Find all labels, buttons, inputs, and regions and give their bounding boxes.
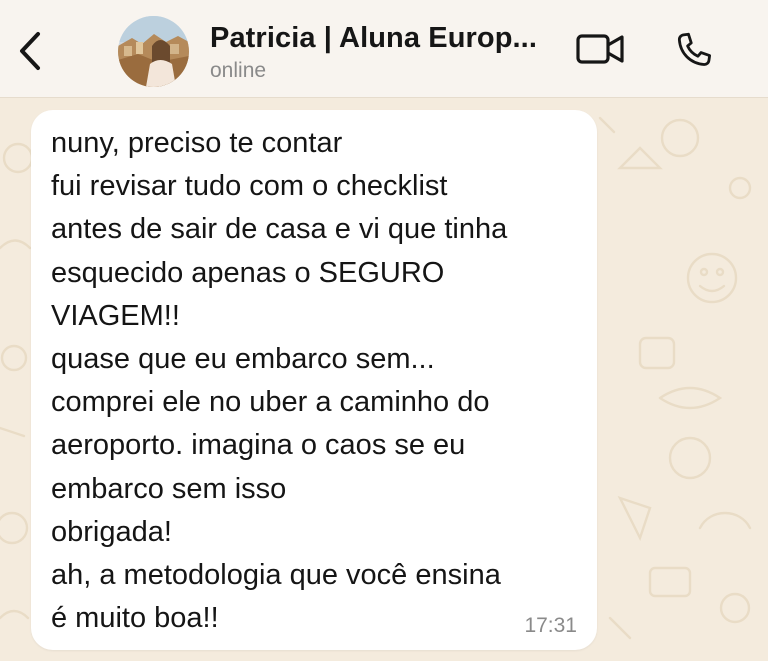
avatar[interactable] [118,16,189,87]
back-button[interactable] [10,26,50,76]
phone-icon [677,32,712,66]
message-bubble[interactable]: nuny, preciso te contar fui revisar tudo… [31,110,597,650]
avatar-photo [118,16,189,87]
message-text: nuny, preciso te contar fui revisar tudo… [51,127,508,635]
contact-name[interactable]: Patricia | Aluna Europ... [210,22,537,55]
contact-status: online [210,59,267,82]
chevron-left-icon [20,32,40,70]
video-camera-icon [576,34,624,64]
chat-header: Patricia | Aluna Europ... online [0,0,768,98]
video-call-button[interactable] [575,30,627,68]
voice-call-button[interactable] [672,30,714,72]
message-timestamp: 17:31 [524,614,577,637]
